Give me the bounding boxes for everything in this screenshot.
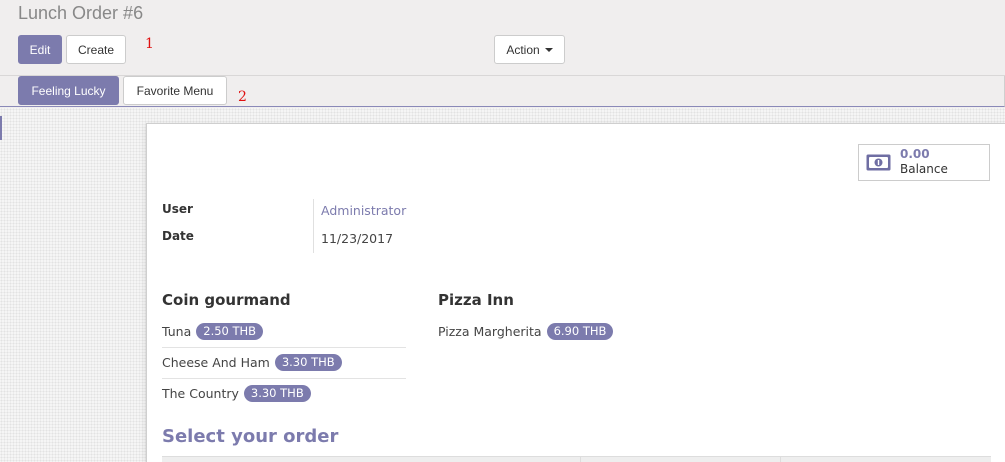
column-divider <box>580 457 581 462</box>
money-icon <box>866 154 891 171</box>
price-badge: 2.50 THB <box>196 322 264 340</box>
price-badge: 3.30 THB <box>243 384 311 402</box>
date-field-value: 11/23/2017 <box>321 231 394 246</box>
edit-button[interactable]: Edit <box>18 35 62 64</box>
vendor-title-pizza-inn: Pizza Inn <box>438 291 514 309</box>
date-field-label: Date <box>162 229 194 243</box>
product-item-pizza-margherita[interactable]: Pizza Margherita 6.90 THB <box>438 318 682 344</box>
user-field-value[interactable]: Administrator <box>321 203 406 218</box>
product-name: Cheese And Ham <box>162 354 270 370</box>
product-item-cheese-and-ham[interactable]: Cheese And Ham 3.30 THB <box>162 349 406 375</box>
feeling-lucky-button[interactable]: Feeling Lucky <box>18 76 119 105</box>
action-dropdown-button[interactable]: Action <box>494 35 565 64</box>
vendor-title-coin-gourmand: Coin gourmand <box>162 291 291 309</box>
header-bar: Feeling Lucky Favorite Menu 2 <box>0 76 1005 107</box>
balance-label: Balance <box>900 162 948 176</box>
balance-value: 0.00 <box>900 147 930 161</box>
favorite-menu-button[interactable]: Favorite Menu <box>123 76 227 105</box>
caret-down-icon <box>544 47 553 52</box>
annotation-marker-2: 2 <box>238 89 247 105</box>
product-name: The Country <box>162 385 239 401</box>
price-badge: 3.30 THB <box>274 353 342 371</box>
product-name: Tuna <box>162 323 192 339</box>
product-item-the-country[interactable]: The Country 3.30 THB <box>162 380 406 406</box>
breadcrumb-title: Lunch Order #6 <box>18 3 144 23</box>
balance-button[interactable]: 0.00 Balance <box>858 144 990 181</box>
left-edge-marker <box>0 116 2 140</box>
form-sheet: 0.00 Balance User Date Administrator 11/… <box>146 123 1005 462</box>
user-field-label: User <box>162 202 193 216</box>
select-order-title: Select your order <box>162 426 339 447</box>
create-button[interactable]: Create <box>66 35 126 64</box>
annotation-marker-1: 1 <box>145 36 154 52</box>
column-divider <box>780 457 781 462</box>
product-item-tuna[interactable]: Tuna 2.50 THB <box>162 318 406 344</box>
product-divider <box>162 347 406 348</box>
field-divider <box>313 199 314 253</box>
price-badge: 6.90 THB <box>546 322 614 340</box>
order-table-header <box>162 456 991 462</box>
product-name: Pizza Margherita <box>438 323 542 339</box>
control-panel: Lunch Order #6 Edit Create 1 Action <box>0 0 1005 76</box>
action-label: Action <box>506 42 540 57</box>
product-divider <box>162 378 406 379</box>
